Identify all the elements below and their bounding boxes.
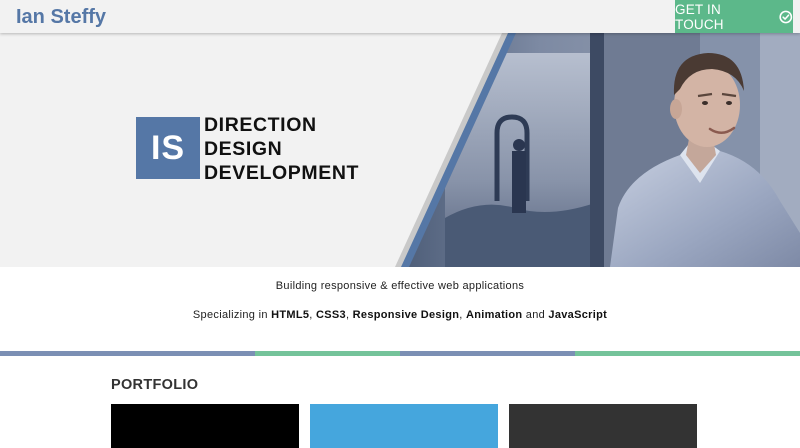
- skills-prefix: Specializing in: [192, 309, 272, 321]
- portfolio-tile[interactable]: [111, 404, 299, 448]
- section-divider-stripe: [0, 351, 800, 356]
- portfolio-tile[interactable]: [509, 404, 697, 448]
- get-in-touch-label: GET IN TOUCH: [675, 1, 724, 32]
- get-in-touch-button[interactable]: GET IN TOUCH: [675, 0, 793, 33]
- skills-separator: ,: [309, 309, 316, 321]
- portfolio-tile[interactable]: [310, 404, 498, 448]
- tagline-development: DEVELOPMENT: [204, 162, 360, 184]
- tagline-design: DESIGN: [204, 138, 283, 160]
- intro-skills: Specializing in HTML5, CSS3, Responsive …: [0, 309, 800, 321]
- site-header: Ian Steffy GET IN TOUCH: [0, 0, 800, 33]
- hero-photo: [395, 33, 800, 267]
- stripe-segment: [415, 351, 575, 356]
- logo-mark: IS: [136, 117, 200, 179]
- skill-html5: HTML5: [271, 309, 310, 321]
- stripe-segment: [400, 351, 415, 356]
- check-circle-icon: [779, 10, 793, 23]
- tagline-direction: DIRECTION: [204, 114, 317, 136]
- skill-animation: Animation: [465, 309, 523, 321]
- skill-css3: CSS3: [316, 309, 346, 321]
- brand-name[interactable]: Ian Steffy: [16, 5, 106, 29]
- hero-banner: IS DIRECTION DESIGN DEVELOPMENT: [0, 33, 800, 267]
- stripe-segment: [255, 351, 400, 356]
- skills-separator: and: [522, 309, 549, 321]
- hero-tagline: DIRECTION DESIGN DEVELOPMENT: [204, 113, 359, 185]
- intro-section: Building responsive & effective web appl…: [0, 267, 800, 351]
- skill-javascript: JavaScript: [548, 309, 608, 321]
- skills-separator: ,: [345, 309, 353, 321]
- portfolio-heading: PORTFOLIO: [111, 377, 199, 393]
- intro-headline: Building responsive & effective web appl…: [275, 280, 525, 292]
- skill-responsive-design: Responsive Design: [352, 309, 460, 321]
- stripe-segment: [0, 351, 255, 356]
- skills-separator: ,: [459, 309, 466, 321]
- stripe-segment: [575, 351, 800, 356]
